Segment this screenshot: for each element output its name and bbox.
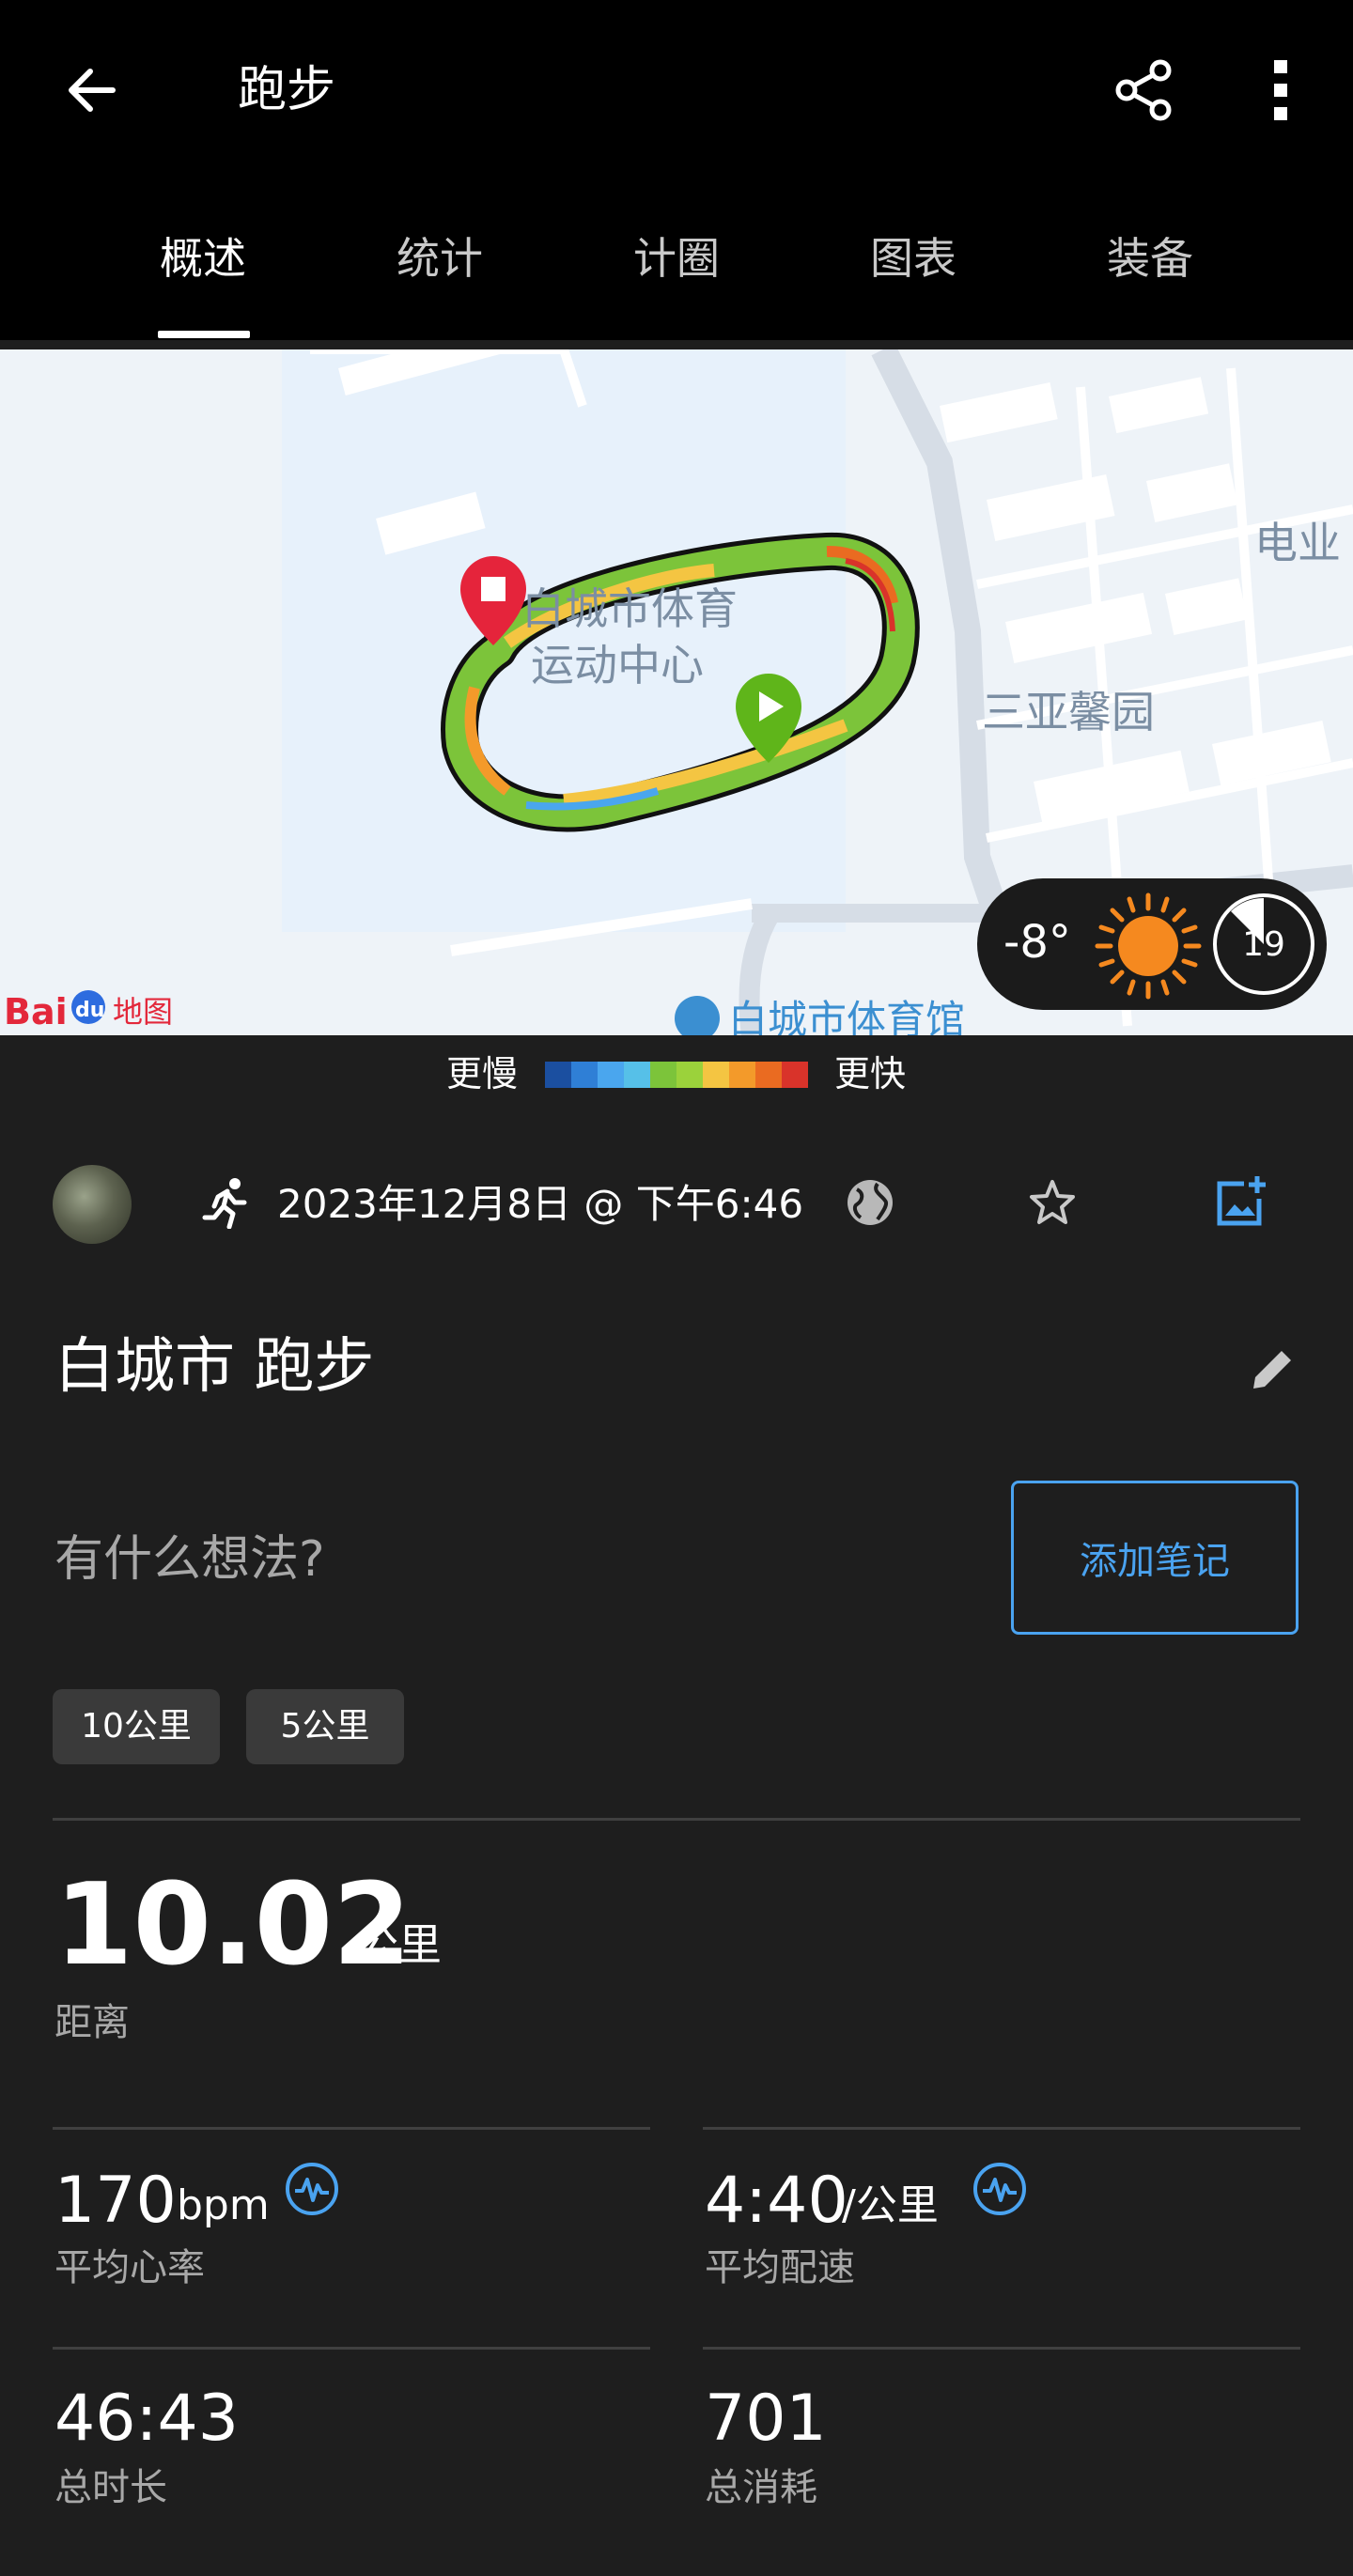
svg-text:du: du bbox=[75, 999, 104, 1022]
map-label-venue-1: 白城市体育 bbox=[521, 583, 738, 634]
legend-segment bbox=[650, 1062, 676, 1088]
back-button[interactable] bbox=[47, 45, 137, 135]
tab-charts[interactable]: 图表 bbox=[810, 221, 1017, 296]
map-label-edge: 电业 bbox=[1254, 518, 1341, 568]
clock-value: 19 bbox=[1242, 925, 1285, 964]
running-icon bbox=[202, 1178, 247, 1229]
distance-label: 距离 bbox=[54, 2001, 130, 2044]
legend-segment bbox=[624, 1062, 650, 1088]
distance-unit: 公里 bbox=[355, 1919, 442, 1970]
chip-5km[interactable]: 5公里 bbox=[246, 1689, 404, 1764]
svg-text:Bai: Bai bbox=[4, 991, 68, 1032]
pace-value: 4:40 bbox=[705, 2164, 848, 2238]
chip-10km[interactable]: 10公里 bbox=[53, 1689, 220, 1764]
divider bbox=[53, 2127, 650, 2130]
map-label-venue-2: 运动中心 bbox=[531, 640, 704, 691]
legend-slower-label: 更慢 bbox=[446, 1053, 519, 1094]
share-icon bbox=[1115, 59, 1172, 121]
divider bbox=[703, 2347, 1300, 2350]
divider bbox=[703, 2127, 1300, 2130]
pace-legend-bar bbox=[545, 1062, 808, 1088]
add-photo-icon[interactable] bbox=[1212, 1174, 1268, 1231]
legend-segment bbox=[782, 1062, 808, 1088]
legend-segment bbox=[545, 1062, 571, 1088]
page-title: 跑步 bbox=[238, 62, 336, 118]
avatar[interactable] bbox=[53, 1165, 132, 1244]
more-options-button[interactable] bbox=[1238, 45, 1323, 135]
duration-value: 46:43 bbox=[54, 2382, 239, 2456]
legend-segment bbox=[676, 1062, 703, 1088]
legend-faster-label: 更快 bbox=[834, 1053, 907, 1094]
sun-icon bbox=[1095, 892, 1202, 1000]
tab-laps[interactable]: 计圈 bbox=[573, 221, 780, 296]
share-button[interactable] bbox=[1099, 45, 1190, 135]
divider bbox=[53, 2347, 650, 2350]
svg-text:地图: 地图 bbox=[113, 994, 173, 1030]
legend-segment bbox=[598, 1062, 624, 1088]
tab-gear[interactable]: 装备 bbox=[1047, 221, 1253, 296]
globe-icon[interactable] bbox=[844, 1176, 896, 1229]
calories-value: 701 bbox=[705, 2382, 827, 2456]
tab-stats[interactable]: 统计 bbox=[336, 221, 543, 296]
pace-unit: /公里 bbox=[842, 2181, 939, 2229]
duration-label: 总时长 bbox=[54, 2466, 167, 2509]
pace-label: 平均配速 bbox=[705, 2246, 855, 2289]
pace-info-icon[interactable] bbox=[972, 2161, 1028, 2217]
active-tab-indicator bbox=[158, 331, 250, 338]
legend-segment bbox=[755, 1062, 782, 1088]
calories-label: 总消耗 bbox=[705, 2466, 817, 2509]
arrow-left-icon bbox=[69, 69, 116, 112]
map-label-residential: 三亚馨园 bbox=[982, 687, 1155, 737]
legend-segment bbox=[729, 1062, 755, 1088]
edit-pencil-icon[interactable] bbox=[1248, 1345, 1297, 1394]
legend-segment bbox=[571, 1062, 598, 1088]
activity-datetime: 2023年12月8日 @ 下午6:46 bbox=[277, 1181, 804, 1227]
divider bbox=[53, 1818, 1300, 1821]
legend-segment bbox=[703, 1062, 729, 1088]
activity-title: 白城市 跑步 bbox=[54, 1332, 375, 1402]
heart-rate-unit: bpm bbox=[177, 2181, 270, 2229]
thoughts-prompt[interactable]: 有什么想法? bbox=[54, 1522, 325, 1597]
heart-rate-label: 平均心率 bbox=[54, 2246, 205, 2289]
tab-overview[interactable]: 概述 bbox=[100, 221, 306, 296]
temperature: -8° bbox=[1003, 916, 1071, 969]
star-icon[interactable] bbox=[1026, 1176, 1079, 1229]
add-note-button[interactable]: 添加笔记 bbox=[1011, 1481, 1299, 1635]
map-label-gym: 白城市体育馆 bbox=[728, 997, 966, 1035]
more-vert-icon bbox=[1274, 60, 1287, 120]
heart-rate-value: 170 bbox=[54, 2164, 177, 2238]
heart-rate-info-icon[interactable] bbox=[284, 2161, 340, 2217]
